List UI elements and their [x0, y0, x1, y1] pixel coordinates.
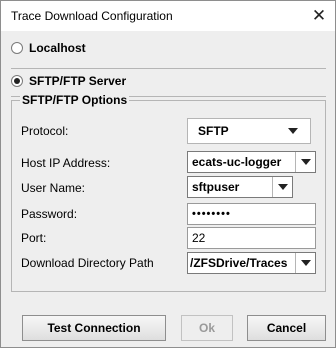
- password-value: ••••••••: [192, 208, 231, 220]
- user-name-value: sftpuser: [192, 180, 240, 194]
- trace-download-config-dialog: Trace Download Configuration ✕ Localhost…: [0, 0, 336, 348]
- host-ip-value: ecats-uc-logger: [192, 155, 282, 169]
- protocol-value: SFTP: [198, 124, 229, 138]
- port-value: 22: [192, 231, 206, 245]
- chevron-down-icon: [295, 253, 315, 273]
- password-label: Password:: [21, 207, 78, 221]
- user-name-select[interactable]: sftpuser: [187, 176, 293, 198]
- user-name-label: User Name:: [21, 181, 86, 195]
- sftp-options-legend: SFTP/FTP Options: [20, 93, 130, 107]
- host-ip-select[interactable]: ecats-uc-logger: [187, 151, 316, 173]
- radio-checked-icon: [11, 75, 23, 87]
- sftp-options-group: SFTP/FTP Options Protocol: SFTP Host IP …: [11, 93, 326, 292]
- download-dir-label: Download Directory Path: [21, 256, 154, 270]
- chevron-down-icon: [276, 128, 310, 134]
- close-button[interactable]: ✕: [303, 1, 335, 31]
- host-ip-label: Host IP Address:: [21, 156, 111, 170]
- protocol-label: Protocol:: [21, 124, 69, 138]
- chevron-down-icon: [272, 177, 292, 197]
- port-field[interactable]: 22: [187, 227, 316, 249]
- protocol-select[interactable]: SFTP: [187, 118, 311, 144]
- radio-unchecked-icon: [11, 42, 23, 54]
- download-dir-select[interactable]: /ZFSDrive/Traces: [187, 252, 316, 274]
- close-icon: ✕: [311, 6, 327, 25]
- window-title: Trace Download Configuration: [11, 9, 173, 23]
- test-connection-button[interactable]: Test Connection: [22, 315, 166, 341]
- chevron-down-icon: [295, 152, 315, 172]
- divider: [11, 68, 326, 69]
- password-field[interactable]: ••••••••: [187, 203, 316, 225]
- localhost-radio[interactable]: Localhost: [11, 41, 86, 55]
- title-bar: Trace Download Configuration ✕: [1, 1, 335, 31]
- port-label: Port:: [21, 231, 47, 245]
- sftp-label: SFTP/FTP Server: [29, 74, 127, 88]
- sftp-radio[interactable]: SFTP/FTP Server: [11, 74, 126, 88]
- localhost-label: Localhost: [29, 41, 86, 55]
- download-dir-value: /ZFSDrive/Traces: [190, 256, 288, 270]
- ok-button[interactable]: Ok: [181, 315, 233, 341]
- cancel-button[interactable]: Cancel: [247, 315, 326, 341]
